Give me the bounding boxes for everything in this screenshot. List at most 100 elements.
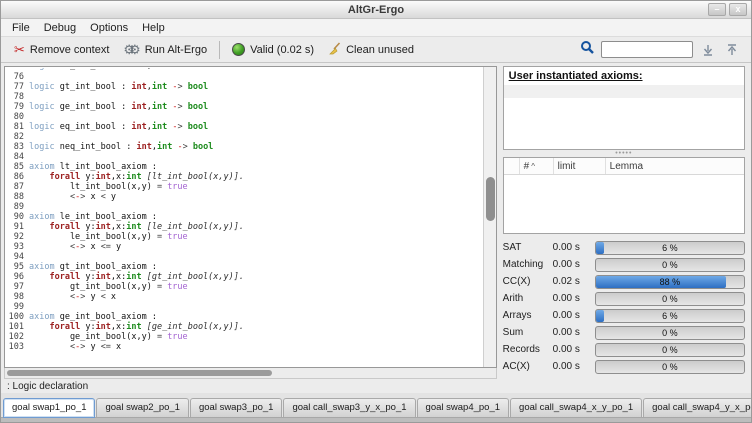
search-input[interactable] [601, 41, 693, 58]
code-line[interactable]: 81logic eq_int_bool : int,int -> bool [5, 122, 483, 132]
line-number: 103 [5, 342, 29, 352]
code-line[interactable]: 89 [5, 202, 483, 212]
code-line[interactable]: 85axiom lt_int_bool_axiom : [5, 162, 483, 172]
code-line[interactable]: 92 le_int_bool(x,y) = true [5, 232, 483, 242]
vertical-scrollbar[interactable] [483, 67, 496, 367]
line-number: 88 [5, 192, 29, 202]
code-line[interactable]: 99 [5, 302, 483, 312]
horizontal-scrollbar-thumb[interactable] [7, 370, 272, 376]
clean-unused-button[interactable]: Clean unused [321, 40, 421, 60]
code-line[interactable]: 93 <-> x <= y [5, 242, 483, 252]
code-line[interactable]: 80 [5, 112, 483, 122]
code-line[interactable]: 88 <-> x < y [5, 192, 483, 202]
line-number: 79 [5, 102, 29, 112]
code-line[interactable]: 76 [5, 72, 483, 82]
code-text: lt_int_bool(x,y) = true [29, 182, 193, 192]
tab-goal-call_swap4_x_y_po_1[interactable]: goal call_swap4_x_y_po_1 [510, 398, 642, 417]
lemma-col-#[interactable]: #^ [520, 158, 554, 174]
editor-pane: logic le_int_bool : int,int -> bool 76 7… [4, 66, 497, 379]
run-alt-ergo-button[interactable]: ⚙⚙ Run Alt-Ergo [116, 41, 214, 58]
tab-goal-call_swap3_y_x_po_1[interactable]: goal call_swap3_y_x_po_1 [283, 398, 415, 417]
search-icon [580, 40, 595, 60]
lemma-col-Lemma[interactable]: Lemma [606, 158, 744, 174]
vertical-scrollbar-thumb[interactable] [486, 177, 495, 221]
stat-row-arith: Arith0.00 s0 % [503, 290, 745, 307]
minimize-button[interactable]: – [708, 3, 726, 16]
code-line[interactable]: 83logic neq_int_bool : int,int -> bool [5, 142, 483, 152]
stat-label: CC(X) [503, 276, 553, 287]
line-number: 97 [5, 282, 29, 292]
code-line[interactable]: 77logic gt_int_bool : int,int -> bool [5, 82, 483, 92]
code-text: axiom le_int_bool_axiom : [29, 212, 162, 222]
tab-goal-swap3_po_1[interactable]: goal swap3_po_1 [190, 398, 282, 417]
code-text: ge_int_bool(x,y) = true [29, 332, 193, 342]
code-line[interactable]: 96 forall y:int,x:int [gt_int_bool(x,y)]… [5, 272, 483, 282]
code-line[interactable]: 91 forall y:int,x:int [le_int_bool(x,y)]… [5, 222, 483, 232]
stat-row-arrays: Arrays0.00 s6 % [503, 307, 745, 324]
stat-label: Records [503, 344, 553, 355]
code-text: logic gt_int_bool : int,int -> bool [29, 82, 213, 92]
menu-file[interactable]: File [5, 20, 37, 36]
code-line[interactable]: 82 [5, 132, 483, 142]
code-line[interactable]: 90axiom le_int_bool_axiom : [5, 212, 483, 222]
status-text: : Logic declaration [7, 381, 88, 392]
search-next-button[interactable] [699, 41, 717, 59]
menu-debug[interactable]: Debug [37, 20, 83, 36]
code-line[interactable]: 98 <-> y < x [5, 292, 483, 302]
code-text: forall y:int,x:int [le_int_bool(x,y)]. [29, 222, 249, 232]
stat-row-sum: Sum0.00 s0 % [503, 324, 745, 341]
code-text: le_int_bool(x,y) = true [29, 232, 193, 242]
code-text: forall y:int,x:int [lt_int_bool(x,y)]. [29, 172, 249, 182]
code-text [29, 302, 34, 312]
code-text: logic ge_int_bool : int,int -> bool [29, 102, 213, 112]
tab-goal-swap4_po_1[interactable]: goal swap4_po_1 [417, 398, 509, 417]
tab-goal-swap2_po_1[interactable]: goal swap2_po_1 [96, 398, 188, 417]
code-text: <-> y <= x [29, 342, 126, 352]
lemma-col-limit[interactable]: limit [554, 158, 606, 174]
tab-goal-swap1_po_1[interactable]: goal swap1_po_1 [3, 398, 95, 418]
code-line[interactable]: 95axiom gt_int_bool_axiom : [5, 262, 483, 272]
line-number: 94 [5, 252, 29, 262]
lemma-col-blank[interactable] [504, 158, 520, 174]
remove-context-button[interactable]: ✂ Remove context [7, 41, 116, 58]
code-line[interactable]: 97 gt_int_bool(x,y) = true [5, 282, 483, 292]
lemma-table-body[interactable] [504, 175, 744, 233]
tab-goal-call_swap4_y_x_po_1[interactable]: goal call_swap4_y_x_po_1 [643, 398, 752, 417]
code-line[interactable]: 94 [5, 252, 483, 262]
lemma-table-header: #^limitLemma [504, 158, 744, 175]
line-number: 85 [5, 162, 29, 172]
menu-options[interactable]: Options [83, 20, 135, 36]
code-text [29, 72, 34, 82]
menu-bar: FileDebugOptionsHelp [1, 19, 751, 37]
code-line[interactable]: 87 lt_int_bool(x,y) = true [5, 182, 483, 192]
horizontal-scrollbar[interactable] [4, 368, 497, 379]
code-text: <-> x <= y [29, 242, 126, 252]
code-line[interactable]: 100axiom ge_int_bool_axiom : [5, 312, 483, 322]
search-prev-button[interactable] [723, 41, 741, 59]
panel-splitter[interactable]: ••••• [503, 150, 745, 157]
status-bar: : Logic declaration [1, 379, 751, 393]
code-line[interactable]: 86 forall y:int,x:int [lt_int_bool(x,y)]… [5, 172, 483, 182]
code-line[interactable]: 84 [5, 152, 483, 162]
line-number: 100 [5, 312, 29, 322]
code-line[interactable]: 103 <-> y <= x [5, 342, 483, 352]
code-line[interactable]: 101 forall y:int,x:int [ge_int_bool(x,y)… [5, 322, 483, 332]
window-footer [1, 417, 751, 422]
code-text: axiom ge_int_bool_axiom : [29, 312, 162, 322]
user-axioms-empty-row [504, 85, 744, 98]
stat-row-sat: SAT0.00 s6 % [503, 239, 745, 256]
stat-time: 0.00 s [553, 242, 595, 253]
user-axioms-panel[interactable]: User instantiated axioms: [503, 66, 745, 150]
stat-progressbar: 0 % [595, 360, 745, 374]
menu-help[interactable]: Help [135, 20, 172, 36]
stat-percent: 0 % [596, 260, 744, 270]
line-number: 99 [5, 302, 29, 312]
code-text [29, 92, 34, 102]
line-number: 93 [5, 242, 29, 252]
line-number: 90 [5, 212, 29, 222]
code-line[interactable]: 79logic ge_int_bool : int,int -> bool [5, 102, 483, 112]
code-editor[interactable]: logic le_int_bool : int,int -> bool 76 7… [5, 67, 483, 367]
close-button[interactable]: x [729, 3, 747, 16]
code-line[interactable]: 78 [5, 92, 483, 102]
code-line[interactable]: 102 ge_int_bool(x,y) = true [5, 332, 483, 342]
